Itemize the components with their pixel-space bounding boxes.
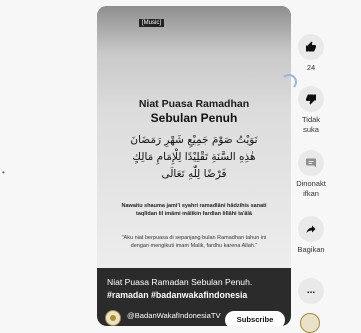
thumbs-up-icon[interactable] [298, 34, 324, 60]
dislike-action[interactable]: Tidak suka [296, 86, 326, 134]
comment-action[interactable]: Dinonaktifkan [296, 150, 326, 198]
short-player[interactable]: [Music] Niat Puasa Ramadhan Sebulan Penu… [97, 6, 291, 326]
channel-row: @BadanWakafIndonesiaTV Subscribe [105, 307, 287, 326]
share-action[interactable]: Bagikan [296, 216, 326, 255]
like-action[interactable]: 24 [296, 34, 326, 73]
more-action[interactable]: ... [296, 278, 326, 304]
channel-avatar[interactable] [105, 310, 121, 326]
card-title-line2: Sebulan Penuh [150, 111, 238, 125]
comment-label: Dinonaktifkan [296, 179, 326, 198]
thumbs-down-icon[interactable] [298, 86, 324, 112]
arabic-line: نَوَيْتُ صَوْمَ جَمِيْعِ شَهْرِ رَمَضَان… [130, 134, 258, 146]
music-caption: [Music] [139, 19, 165, 27]
arabic-line: فَرْضًا لِلّٰهِ تَعَالَى [161, 168, 227, 180]
caption-text: Niat Puasa Ramadan Sebulan Penuh. [107, 277, 253, 287]
hashtags[interactable]: #ramadan #badanwakafindonesia [107, 289, 287, 302]
comment-icon[interactable] [298, 150, 324, 176]
share-icon[interactable] [298, 216, 324, 242]
translation-text: "Aku niat berpuasa di sepanjang bulan Ra… [121, 235, 267, 249]
arabic-text: نَوَيْتُ صَوْمَ جَمِيْعِ شَهْرِ رَمَضَان… [109, 132, 279, 183]
channel-name[interactable]: @BadanWakafIndonesiaTV [127, 311, 221, 320]
share-label: Bagikan [297, 245, 325, 254]
more-icon[interactable]: ... [298, 278, 324, 304]
card-title-line1: Niat Puasa Ramadhan [138, 98, 250, 110]
arabic-line: هٰذِهِ السَّنَةِ تَقْلِيْدًا لِلْإِمَامِ… [132, 151, 256, 163]
subscribe-button[interactable]: Subscribe [225, 311, 285, 326]
bullet-icon: • [2, 168, 5, 177]
latin-transliteration: Nawaitu shauma jami'i syahri ramadlāni h… [121, 203, 267, 217]
more-label: ... [306, 285, 316, 296]
like-count: 24 [306, 63, 316, 72]
video-caption[interactable]: Niat Puasa Ramadan Sebulan Penuh. #ramad… [107, 276, 287, 302]
action-bar: 24 Tidak suka Dinonaktifkan Bagikan ... [296, 0, 361, 331]
dislike-label: Tidak suka [301, 115, 321, 134]
loading-spinner-icon [281, 74, 297, 90]
sound-avatar[interactable] [300, 313, 320, 333]
video-frame: [Music] Niat Puasa Ramadhan Sebulan Penu… [97, 6, 291, 268]
